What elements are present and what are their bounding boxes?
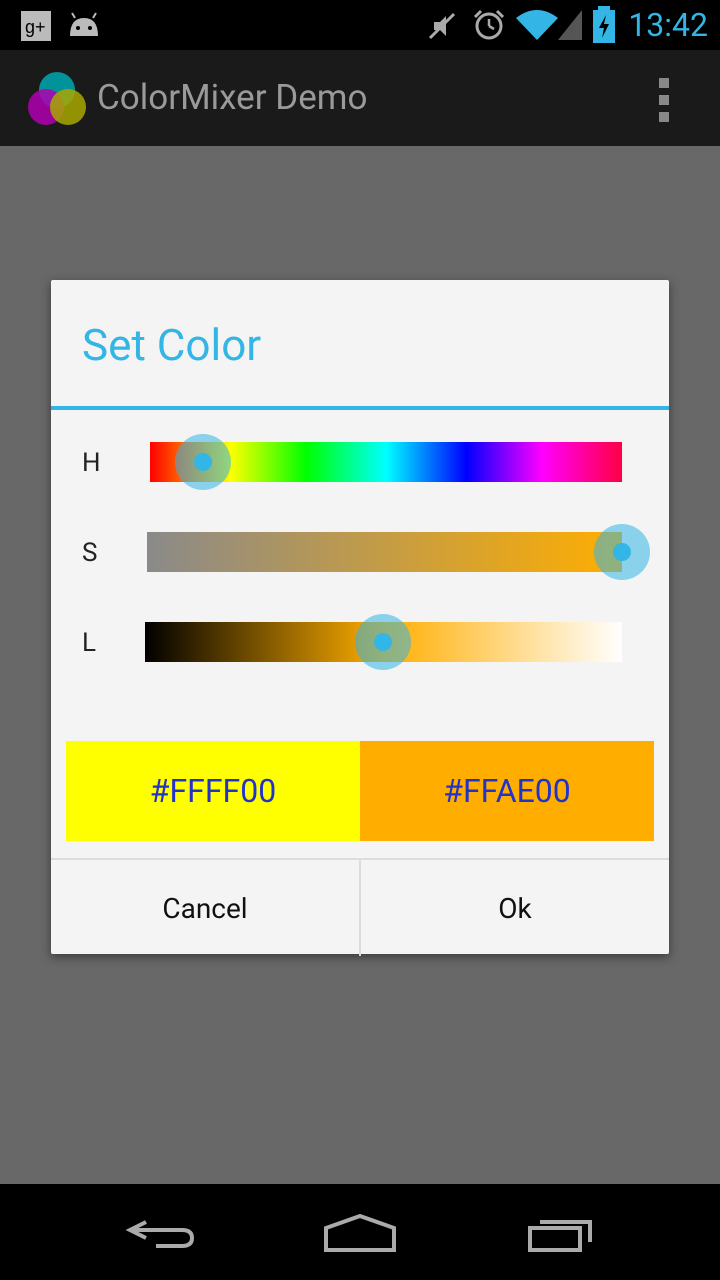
- saturation-slider-thumb[interactable]: [594, 524, 650, 580]
- cancel-button[interactable]: Cancel: [51, 860, 359, 956]
- lightness-label: L: [82, 628, 97, 658]
- android-icon: [70, 12, 98, 36]
- overflow-menu-icon[interactable]: [650, 76, 678, 124]
- signal-icon: [558, 10, 582, 40]
- saturation-label: S: [82, 538, 98, 568]
- set-color-dialog: Set Color H S L #FFFF00 #FFAE00 Cancel O…: [51, 280, 669, 956]
- hue-label: H: [82, 448, 101, 478]
- original-color-swatch: #FFFF00: [66, 741, 360, 841]
- wifi-icon: [516, 10, 558, 40]
- dialog-button-bar: Cancel Ok: [51, 858, 669, 956]
- action-bar: ColorMixer Demo: [0, 50, 720, 146]
- original-color-hex: #FFFF00: [149, 772, 277, 810]
- battery-charging-icon: [593, 6, 615, 43]
- svg-text:g+: g+: [25, 17, 46, 37]
- ok-button[interactable]: Ok: [361, 860, 669, 956]
- navigation-bar: [0, 1184, 720, 1280]
- app-title: ColorMixer Demo: [97, 77, 368, 118]
- title-divider: [51, 406, 669, 410]
- alarm-icon: [473, 9, 505, 40]
- lightness-slider-thumb[interactable]: [355, 614, 411, 670]
- new-color-hex: #FFAE00: [443, 772, 571, 810]
- back-icon[interactable]: [116, 1204, 206, 1260]
- status-bar: g+ 13:42: [0, 0, 720, 50]
- home-icon[interactable]: [316, 1204, 406, 1260]
- saturation-slider-track[interactable]: [147, 532, 622, 572]
- mute-icon: [428, 12, 456, 40]
- google-plus-icon: g+: [21, 11, 51, 41]
- recent-apps-icon[interactable]: [518, 1204, 608, 1260]
- new-color-swatch: #FFAE00: [360, 741, 654, 841]
- clock: 13:42: [628, 6, 708, 44]
- dialog-title: Set Color: [82, 319, 262, 371]
- hue-slider-thumb[interactable]: [175, 434, 231, 490]
- app-logo-icon[interactable]: [28, 70, 86, 128]
